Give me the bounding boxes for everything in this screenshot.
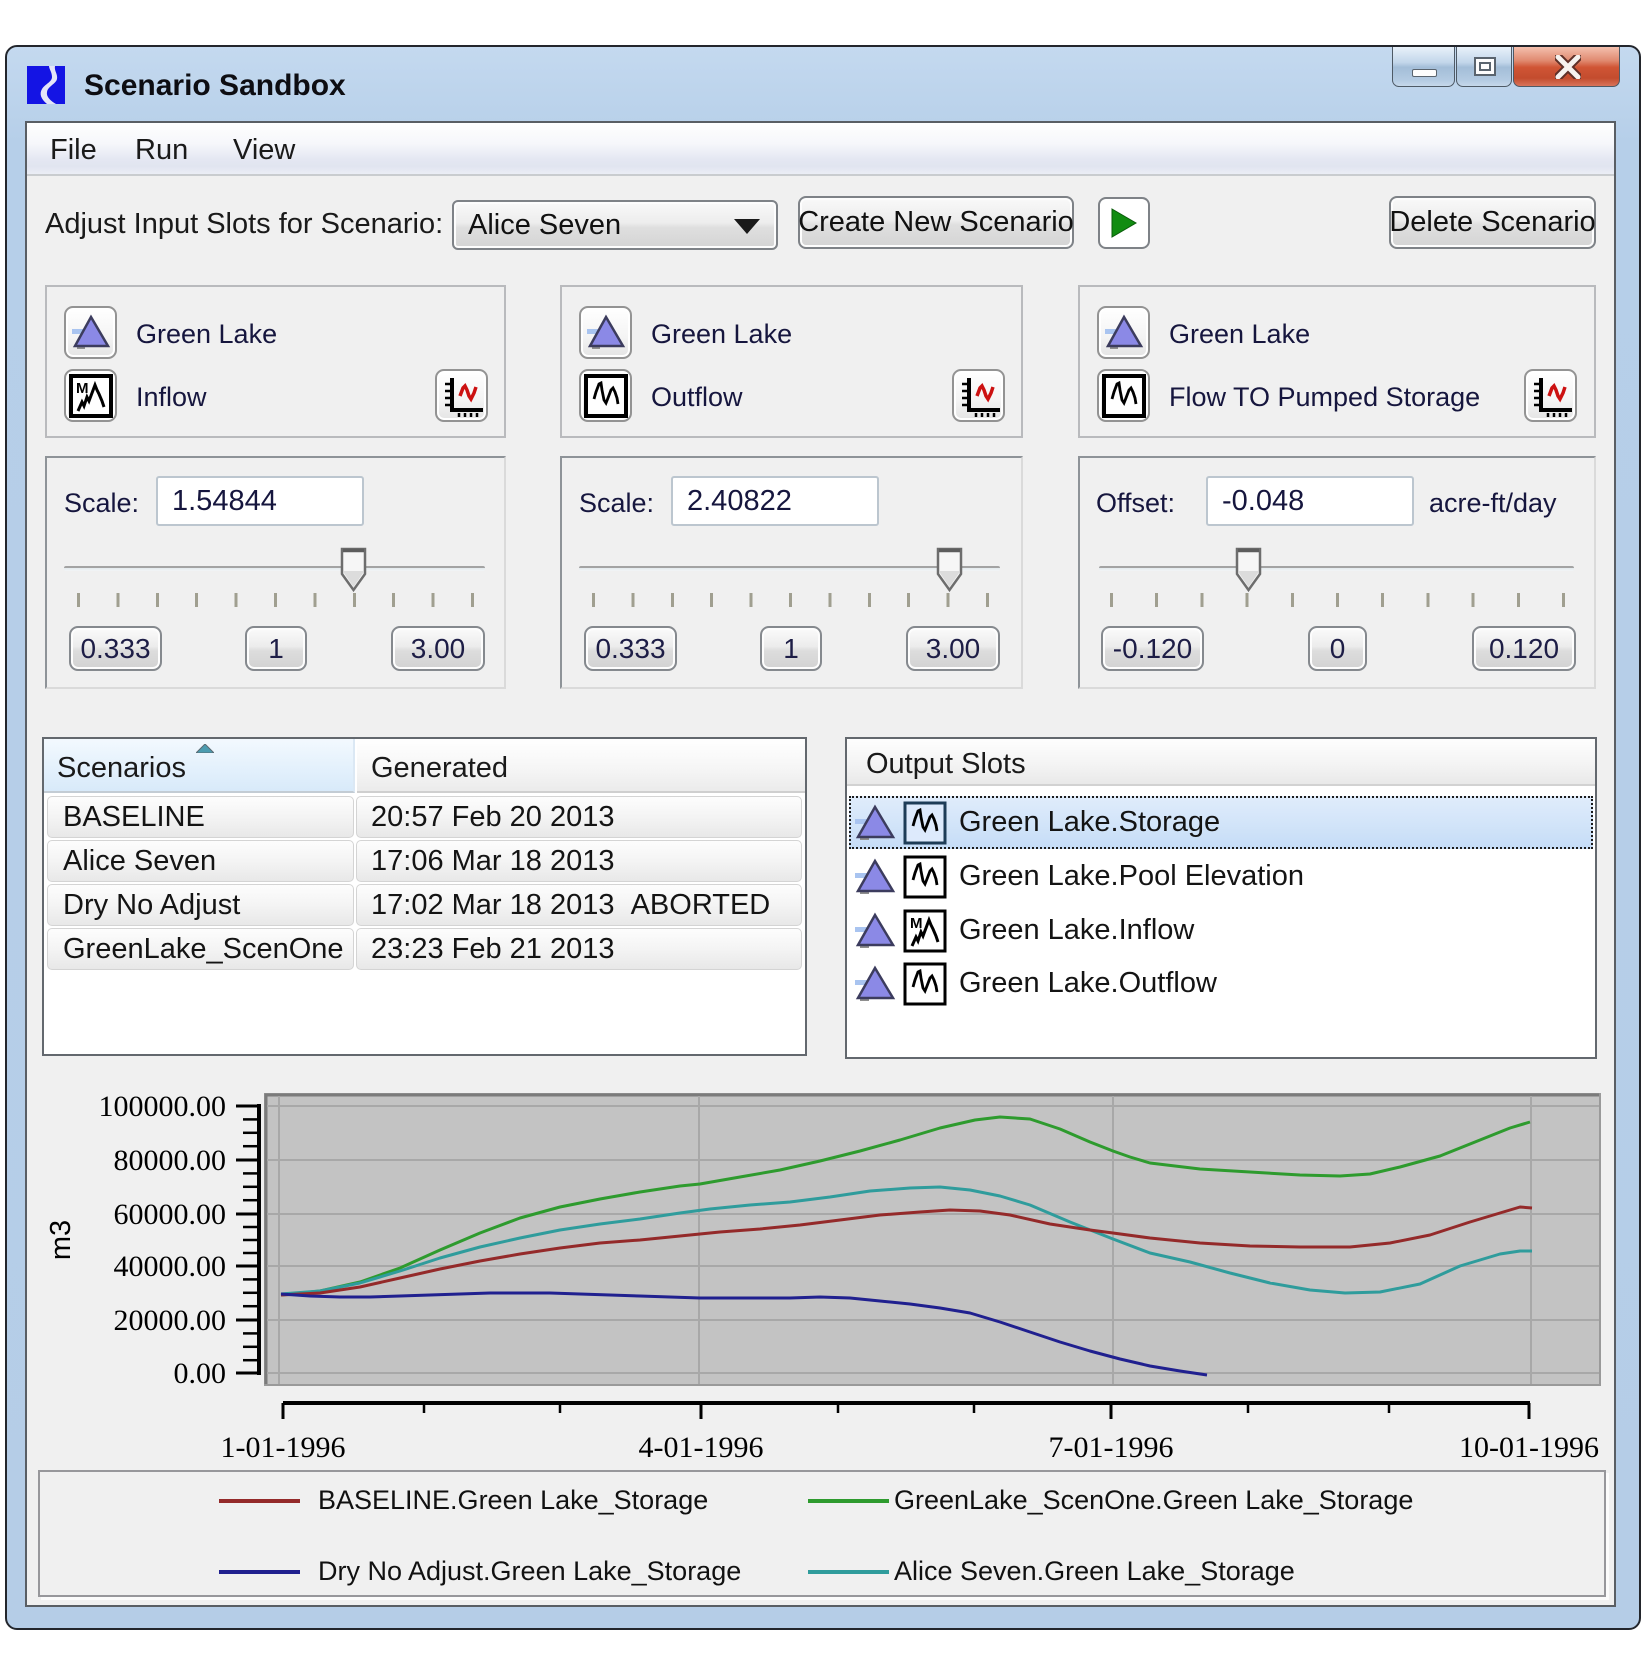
svg-text:80000.00: 80000.00: [114, 1144, 227, 1177]
svg-text:1-01-1996: 1-01-1996: [221, 1431, 346, 1464]
svg-text:20000.00: 20000.00: [114, 1304, 227, 1337]
svg-text:0.00: 0.00: [174, 1357, 227, 1390]
svg-text:10-01-1996: 10-01-1996: [1459, 1431, 1599, 1464]
svg-text:4-01-1996: 4-01-1996: [639, 1431, 764, 1464]
svg-text:40000.00: 40000.00: [114, 1250, 227, 1283]
svg-text:100000.00: 100000.00: [99, 1090, 227, 1123]
svg-text:7-01-1996: 7-01-1996: [1049, 1431, 1174, 1464]
svg-text:m3: m3: [45, 1220, 77, 1260]
svg-text:60000.00: 60000.00: [114, 1198, 227, 1231]
